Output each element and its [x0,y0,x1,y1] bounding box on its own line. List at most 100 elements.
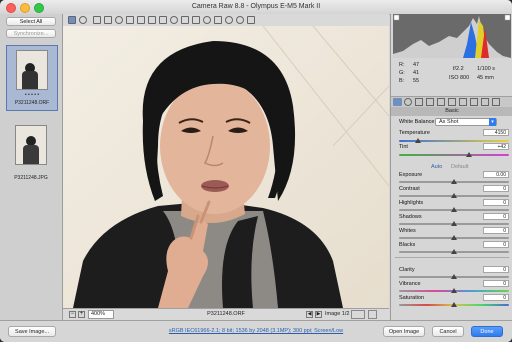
done-button[interactable]: Done [471,326,503,337]
rotate-left-icon[interactable] [225,16,233,24]
slider-knob[interactable] [451,288,457,293]
g-value: 41 [413,70,420,76]
crop-tool-icon[interactable] [126,16,134,24]
red-eye-icon[interactable] [170,16,178,24]
blacks-value[interactable]: 0 [483,241,509,248]
saturation-value[interactable]: 0 [483,294,509,301]
straighten-tool-icon[interactable] [137,16,145,24]
portrait-photo [63,26,389,308]
exposure-slider[interactable] [399,179,509,184]
vibrance-slider[interactable] [399,288,509,293]
shadow-clip-indicator[interactable] [393,14,400,21]
filmstrip-item-jpg[interactable]: P3211248.JPG [6,125,56,181]
highlights-label: Highlights [399,200,424,206]
slider-knob[interactable] [451,193,457,198]
slider-knob[interactable] [451,221,457,226]
contrast-value[interactable]: 0 [483,185,509,192]
shadows-value[interactable]: 0 [483,213,509,220]
default-link[interactable]: Default [451,164,468,170]
auto-link[interactable]: Auto [431,164,442,170]
whites-slider[interactable] [399,235,509,240]
r-value: 47 [413,62,420,68]
tint-slider[interactable] [399,152,509,157]
tab-tone-curve-icon[interactable] [404,98,412,106]
hand-tool-icon[interactable] [79,16,87,24]
exposure-value[interactable]: 0.00 [483,171,509,178]
slider-knob[interactable] [414,138,421,143]
before-after-view-icon[interactable] [351,310,365,319]
tab-hsl-icon[interactable] [426,98,434,106]
swap-settings-icon[interactable] [368,310,377,319]
panel-title: Basic [391,107,512,116]
temperature-slider[interactable] [399,138,509,143]
tab-snapshots-icon[interactable] [492,98,500,106]
filmstrip-item-orf[interactable]: • • • • • P3211248.ORF [6,45,58,111]
rotate-right-icon[interactable] [236,16,244,24]
contrast-slider[interactable] [399,193,509,198]
white-balance-value: As Shot [439,119,459,125]
clarity-slider[interactable] [399,274,509,279]
saturation-slider[interactable] [399,302,509,307]
graduated-filter-icon[interactable] [192,16,200,24]
targeted-adjustment-icon[interactable] [115,16,123,24]
tab-camera-calibration-icon[interactable] [470,98,478,106]
slider-knob[interactable] [451,207,457,212]
saturation-label: Saturation [399,295,425,301]
tab-detail-icon[interactable] [415,98,423,106]
image-index: Image 1/2 [325,311,350,317]
thumbnail-image [16,50,48,90]
shutter-value: 1/100 s [477,66,496,72]
slider-knob[interactable] [451,302,457,307]
vibrance-value[interactable]: 0 [483,280,509,287]
select-all-button[interactable]: Select All [6,17,56,26]
radial-filter-icon[interactable] [203,16,211,24]
slider-knob[interactable] [451,235,457,240]
highlight-clip-indicator[interactable] [504,14,511,21]
chevron-down-icon: ▾ [489,118,496,126]
blacks-slider[interactable] [399,249,509,254]
shadows-slider[interactable] [399,221,509,226]
g-label: G: [399,70,405,76]
zoom-tool-icon[interactable] [68,16,76,24]
spot-removal-icon[interactable] [159,16,167,24]
tab-presets-icon[interactable] [481,98,489,106]
exposure-label: Exposure [399,172,423,178]
pixel-info: R: 47 G: 41 B: 55 f/2.2 1/100 s ISO 800 … [393,58,511,94]
window-title: Camera Raw 8.8 - Olympus E-M5 Mark II [191,3,321,10]
synchronize-button[interactable]: Synchronize... [6,29,56,38]
tab-lens-corrections-icon[interactable] [448,98,456,106]
adjustment-brush-icon[interactable] [181,16,189,24]
thumbnail-image [15,125,47,165]
highlights-slider[interactable] [399,207,509,212]
iso-value: ISO 800 [449,75,470,81]
preferences-icon[interactable] [214,16,222,24]
clarity-value[interactable]: 0 [483,266,509,273]
thumbnail-rating[interactable]: • • • • • [7,92,57,98]
aperture-value: f/2.2 [453,66,464,72]
transform-tool-icon[interactable] [148,16,156,24]
tab-split-toning-icon[interactable] [437,98,445,106]
filmstrip-panel: Select All Synchronize... • • • • • P321… [0,14,63,320]
color-sampler-icon[interactable] [104,16,112,24]
tab-basic-icon[interactable] [393,98,402,106]
highlights-value[interactable]: 0 [483,199,509,206]
slider-knob[interactable] [451,249,457,254]
slider-knob[interactable] [466,152,473,157]
tab-effects-icon[interactable] [459,98,467,106]
whites-value[interactable]: 0 [483,227,509,234]
white-balance-select[interactable]: As Shot ▾ [435,118,497,126]
b-value: 55 [413,78,420,84]
open-image-button[interactable]: Open Image [383,326,425,337]
white-balance-tool-icon[interactable] [93,16,101,24]
temperature-value[interactable]: 4150 [483,129,509,136]
slider-knob[interactable] [451,274,457,279]
tint-label: Tint [399,144,408,150]
next-image-button[interactable]: ▶ [315,311,322,318]
cancel-button[interactable]: Cancel [432,326,464,337]
tint-value[interactable]: +42 [483,143,509,150]
image-preview[interactable] [63,26,389,308]
slider-knob[interactable] [451,179,457,184]
focal-length-value: 45 mm [477,75,494,81]
trash-icon[interactable] [247,16,255,24]
previous-image-button[interactable]: ◀ [306,311,313,318]
